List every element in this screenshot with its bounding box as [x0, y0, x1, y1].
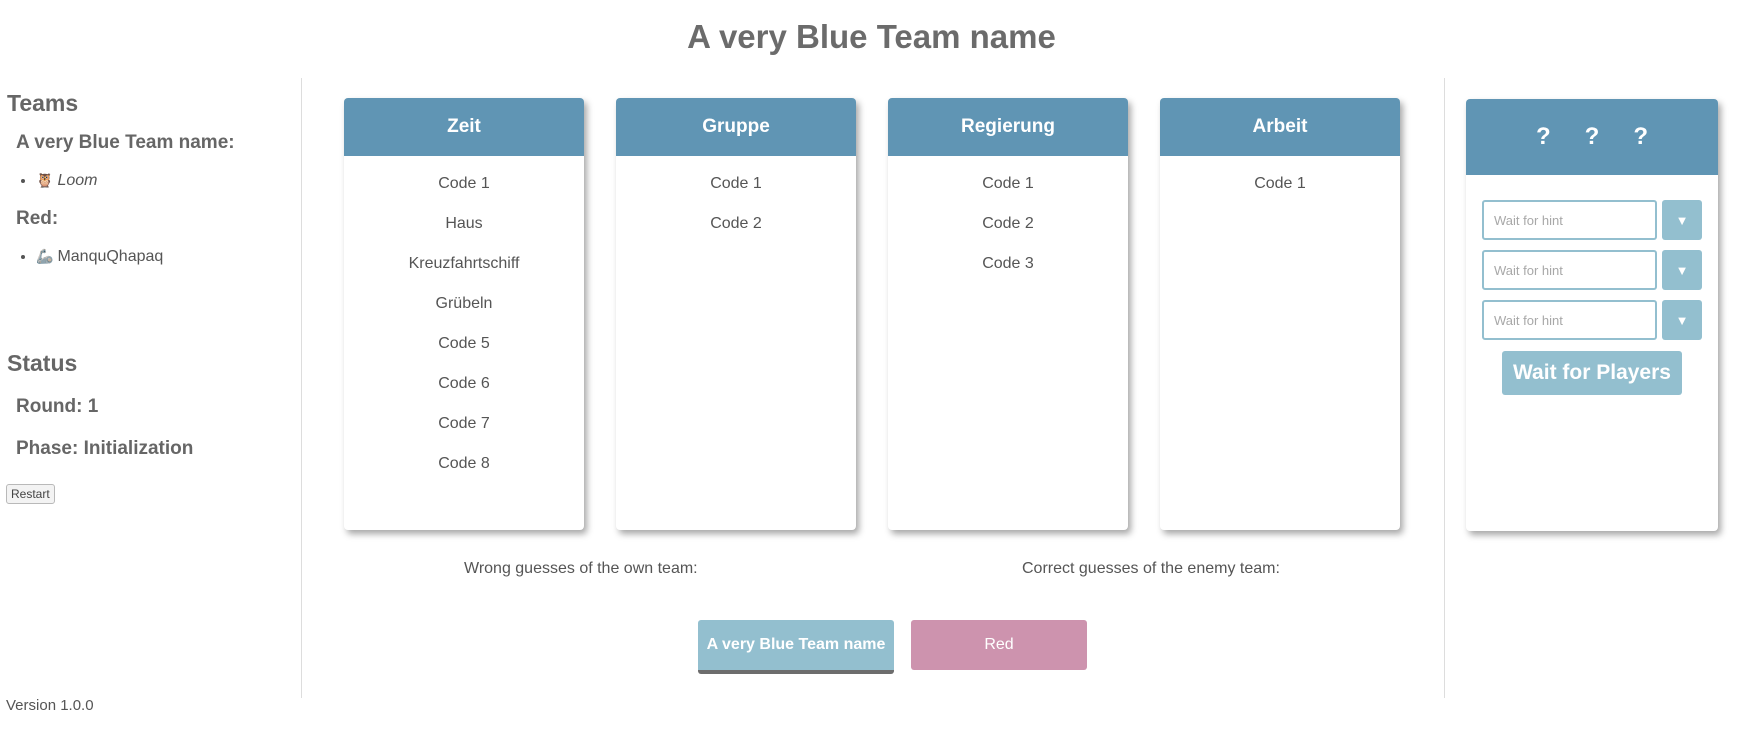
- sidebar: Teams A very Blue Team name: 🦉Loom Red: …: [0, 90, 300, 700]
- chevron-down-icon[interactable]: ▼: [1662, 200, 1702, 240]
- status-heading: Status: [7, 350, 78, 376]
- keyword-code: Code 2: [710, 215, 762, 232]
- hint-input-1[interactable]: [1482, 200, 1657, 240]
- wrong-guesses-label: Wrong guesses of the own team:: [464, 560, 698, 577]
- round-label: Round: 1: [16, 396, 99, 417]
- correct-guesses-label: Correct guesses of the enemy team:: [1022, 560, 1280, 577]
- player-item: 🦾ManquQhapaq: [36, 248, 163, 266]
- team-name-blue: A very Blue Team name:: [16, 132, 235, 153]
- keyword-title: Arbeit: [1160, 98, 1400, 156]
- keyword-code: Grübeln: [435, 295, 493, 312]
- phase-label: Phase: Initialization: [16, 438, 194, 459]
- keyword-code: Code 1: [710, 175, 762, 192]
- keyword-code: Code 8: [438, 455, 490, 472]
- hint-input-2[interactable]: [1482, 250, 1657, 290]
- team-button-red[interactable]: Red: [911, 620, 1087, 670]
- player-name: Loom: [57, 172, 98, 189]
- keyword-code: Kreuzfahrtschiff: [408, 255, 520, 272]
- divider-right: [1444, 78, 1445, 698]
- keyword-code: Code 6: [438, 375, 490, 392]
- keyword-title: Regierung: [888, 98, 1128, 156]
- keyword-card-3: Regierung Code 1 Code 2 Code 3: [888, 98, 1128, 530]
- code-digit: ?: [1633, 123, 1648, 150]
- player-list-red: 🦾ManquQhapaq: [18, 248, 163, 266]
- keyword-code: Haus: [445, 215, 483, 232]
- player-name: ManquQhapaq: [57, 248, 164, 265]
- teams-heading: Teams: [7, 90, 79, 116]
- hint-row-2: ▼: [1482, 250, 1702, 290]
- code-digit: ?: [1584, 123, 1600, 150]
- keyword-code: Code 3: [982, 255, 1034, 272]
- hint-panel: ? ? ? ▼ ▼ ▼ Wait for Players: [1466, 99, 1718, 531]
- hint-row-1: ▼: [1482, 200, 1702, 240]
- version-label: Version 1.0.0: [6, 697, 94, 714]
- keyword-code: Code 2: [982, 215, 1034, 232]
- keyword-card-2: Gruppe Code 1 Code 2: [616, 98, 856, 530]
- keyword-code: Code 1: [1254, 175, 1306, 192]
- keyword-card-4: Arbeit Code 1: [1160, 98, 1400, 530]
- arm-icon: 🦾: [36, 248, 54, 264]
- page-title: A very Blue Team name: [687, 18, 1056, 55]
- keyword-code: Code 5: [438, 335, 490, 352]
- keyword-code: Code 1: [982, 175, 1034, 192]
- team-name-red: Red:: [16, 208, 59, 229]
- team-button-blue[interactable]: A very Blue Team name: [698, 620, 894, 674]
- hint-row-3: ▼: [1482, 300, 1702, 340]
- restart-button[interactable]: Restart: [6, 484, 55, 504]
- owl-icon: 🦉: [36, 172, 54, 188]
- keyword-title: Gruppe: [616, 98, 856, 156]
- keyword-card-1: Zeit Code 1 Haus Kreuzfahrtschiff Grübel…: [344, 98, 584, 530]
- hint-input-3[interactable]: [1482, 300, 1657, 340]
- chevron-down-icon[interactable]: ▼: [1662, 250, 1702, 290]
- divider-left: [301, 78, 302, 698]
- player-item: 🦉Loom: [36, 172, 97, 190]
- player-list-blue: 🦉Loom: [18, 172, 97, 190]
- code-digit: ?: [1535, 123, 1551, 150]
- chevron-down-icon[interactable]: ▼: [1662, 300, 1702, 340]
- code-display: ? ? ?: [1466, 99, 1718, 175]
- keyword-title: Zeit: [344, 98, 584, 156]
- keyword-code: Code 1: [438, 175, 490, 192]
- wait-for-players-button[interactable]: Wait for Players: [1502, 351, 1682, 395]
- keyword-code: Code 7: [438, 415, 490, 432]
